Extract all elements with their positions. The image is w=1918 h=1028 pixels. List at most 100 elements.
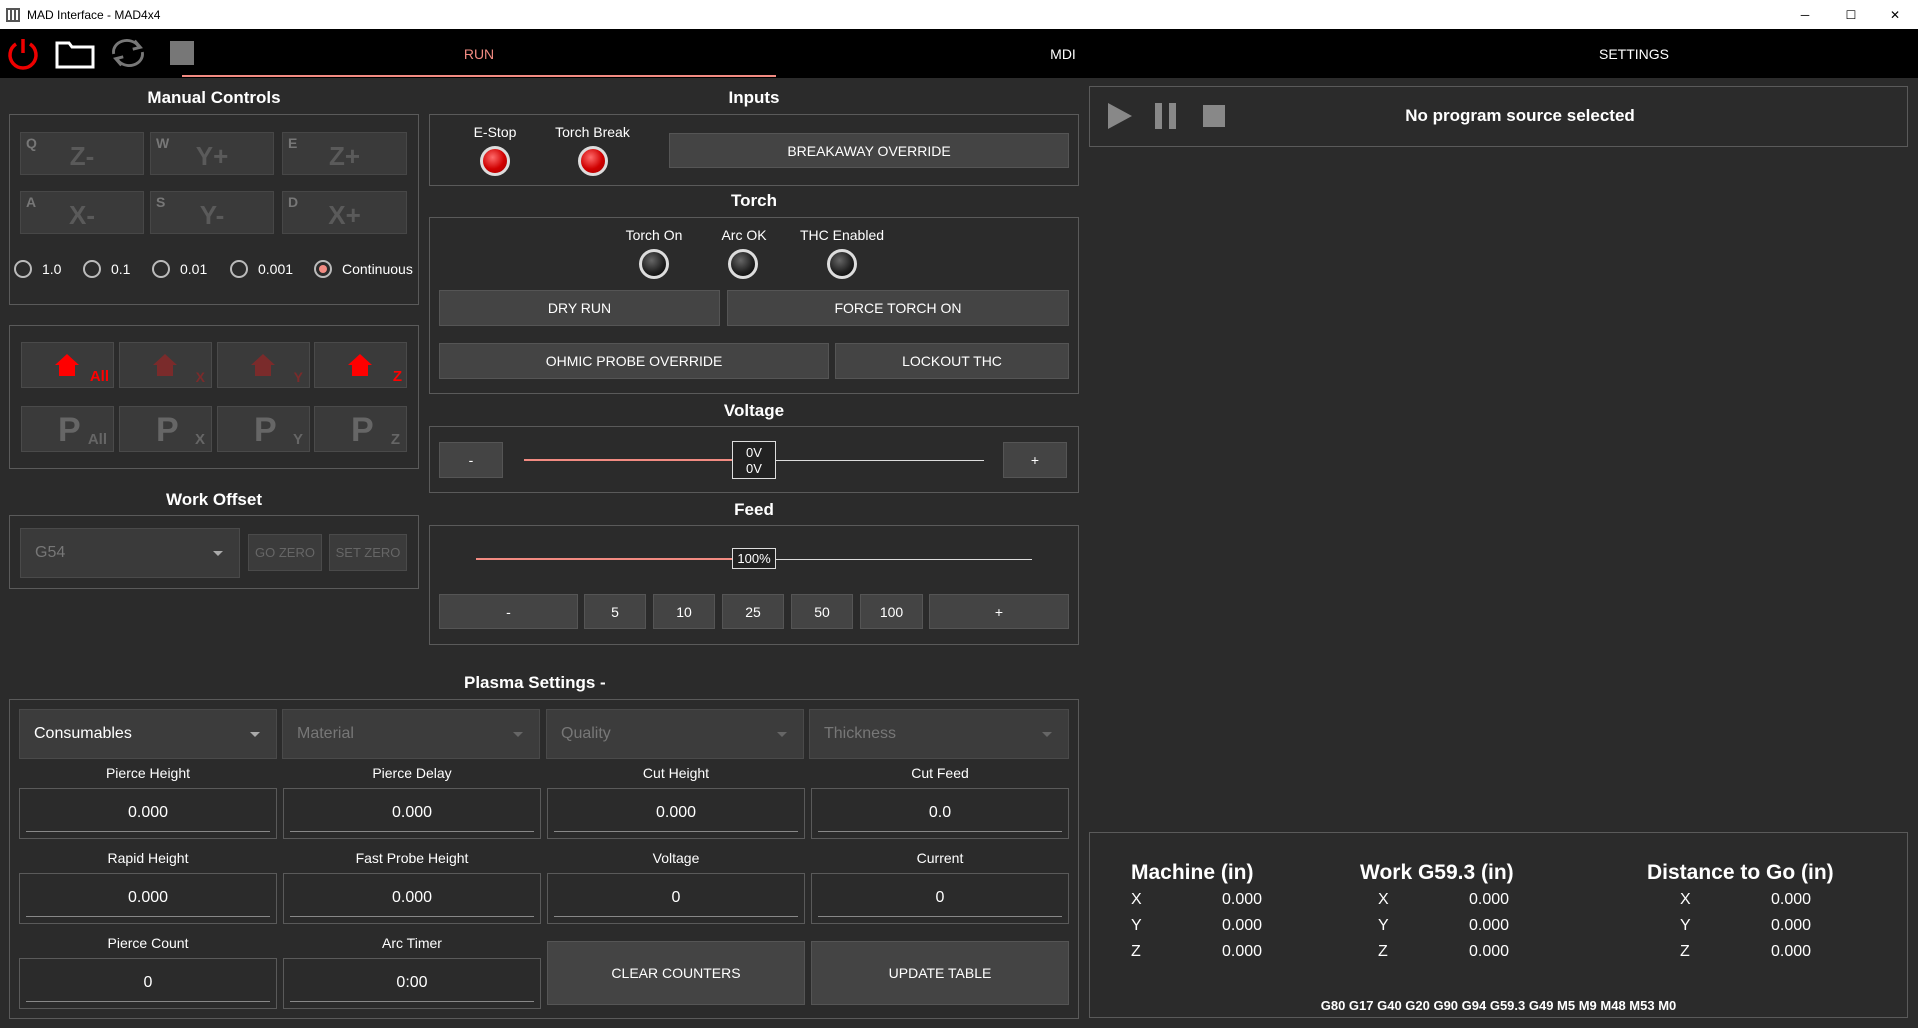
torch-break-label: Torch Break <box>555 124 630 140</box>
field-underline <box>554 916 798 917</box>
voltage-plus-button[interactable]: + <box>1003 442 1067 478</box>
voltage-actual: 0V <box>746 461 762 476</box>
pierce-delay-label: Pierce Delay <box>372 765 452 781</box>
probe-y-button[interactable]: PY <box>217 406 310 452</box>
feed-preset-5-button[interactable]: 5 <box>584 594 646 629</box>
work-offset-select[interactable]: G54 <box>20 528 240 578</box>
consumables-select[interactable]: Consumables <box>19 709 277 759</box>
program-status: No program source selected <box>1405 106 1635 125</box>
home-y-button[interactable]: Y <box>217 342 310 388</box>
jog-x-plus-button[interactable]: D X+ <box>282 191 407 234</box>
feed-slider-handle[interactable]: 100% <box>732 548 776 569</box>
pierce-delay-field[interactable]: 0.000 <box>283 788 541 839</box>
probe-x-button[interactable]: PX <box>119 406 212 452</box>
work-dro-title: Work G59.3 (in) <box>1360 861 1514 884</box>
lockout-thc-button[interactable]: LOCKOUT THC <box>835 343 1069 379</box>
probe-all-button[interactable]: P All <box>21 406 114 452</box>
radio-label: 1.0 <box>42 261 62 277</box>
feed-preset-10-button[interactable]: 10 <box>653 594 715 629</box>
set-zero-button[interactable]: SET ZERO <box>329 534 407 571</box>
tab-settings[interactable]: SETTINGS <box>1350 29 1918 78</box>
chevron-down-icon <box>213 551 223 556</box>
jog-y-plus-button[interactable]: W Y+ <box>150 132 274 175</box>
fast-probe-height-label: Fast Probe Height <box>355 850 469 866</box>
gcode-preview-area <box>1089 147 1908 832</box>
probe-z-button[interactable]: PZ <box>314 406 407 452</box>
home-axis-label: Z <box>392 368 402 385</box>
jog-label: Y+ <box>195 141 229 171</box>
tab-mdi[interactable]: MDI <box>776 29 1350 78</box>
pierce-delay-value: 0.000 <box>391 804 433 821</box>
home-icon <box>153 354 177 376</box>
stop-program-button[interactable] <box>1202 104 1226 128</box>
dtg-dro-title: Distance to Go (in) <box>1647 861 1834 884</box>
reload-icon <box>112 39 144 67</box>
increment-continuous-radio[interactable]: Continuous <box>314 260 413 278</box>
reload-button[interactable] <box>108 34 148 72</box>
consumables-value: Consumables <box>34 725 132 742</box>
arc-timer-field[interactable]: 0:00 <box>283 958 541 1009</box>
voltage-minus-button[interactable]: - <box>439 442 503 478</box>
rapid-height-field[interactable]: 0.000 <box>19 873 277 924</box>
work-x-value: 0.000 <box>1469 891 1510 908</box>
jog-y-minus-button[interactable]: S Y- <box>150 191 274 234</box>
breakaway-override-button[interactable]: BREAKAWAY OVERRIDE <box>669 133 1069 168</box>
cut-height-field[interactable]: 0.000 <box>547 788 805 839</box>
machine-x-axis: X <box>1131 891 1142 908</box>
minimize-button[interactable]: ─ <box>1782 0 1828 29</box>
chevron-down-icon <box>250 732 260 737</box>
maximize-button[interactable]: ☐ <box>1828 0 1874 29</box>
increment-0-1-radio[interactable]: 0.1 <box>83 260 130 278</box>
increment-0-001-radio[interactable]: 0.001 <box>230 260 293 278</box>
radio-label: 0.001 <box>258 261 294 277</box>
home-x-button[interactable]: X <box>119 342 212 388</box>
quality-value: Quality <box>561 725 611 742</box>
dtg-x-axis: X <box>1680 891 1691 908</box>
pause-program-button[interactable] <box>1152 101 1180 131</box>
home-all-button[interactable]: All <box>21 342 114 388</box>
dry-run-button[interactable]: DRY RUN <box>439 290 720 326</box>
tab-run[interactable]: RUN <box>182 29 776 78</box>
close-button[interactable]: ✕ <box>1872 0 1918 29</box>
field-underline <box>26 1001 270 1002</box>
feed-preset-50-button[interactable]: 50 <box>791 594 853 629</box>
update-table-button[interactable]: UPDATE TABLE <box>811 941 1069 1005</box>
go-zero-button[interactable]: GO ZERO <box>248 534 322 571</box>
machine-dro-title: Machine (in) <box>1131 861 1254 884</box>
current-field[interactable]: 0 <box>811 873 1069 924</box>
clear-counters-button[interactable]: CLEAR COUNTERS <box>547 941 805 1005</box>
jog-z-minus-button[interactable]: Q Z- <box>20 132 144 175</box>
radio-circle-selected <box>314 260 332 278</box>
ohmic-probe-override-button[interactable]: OHMIC PROBE OVERRIDE <box>439 343 829 379</box>
jog-x-minus-button[interactable]: A X- <box>20 191 144 234</box>
feed-plus-button[interactable]: + <box>929 594 1069 629</box>
voltage-field[interactable]: 0 <box>547 873 805 924</box>
quality-select[interactable]: Quality <box>546 709 804 759</box>
material-select[interactable]: Material <box>282 709 540 759</box>
pierce-height-field[interactable]: 0.000 <box>19 788 277 839</box>
pierce-count-value: 0 <box>143 974 153 991</box>
voltage-slider-handle[interactable]: 0V 0V <box>732 441 776 479</box>
home-z-button[interactable]: Z <box>314 342 407 388</box>
feed-preset-25-button[interactable]: 25 <box>722 594 784 629</box>
probe-axis-label: X <box>194 431 205 448</box>
increment-1-radio[interactable]: 1.0 <box>14 260 61 278</box>
estop-indicator <box>480 146 510 176</box>
power-button[interactable] <box>3 34 43 72</box>
active-gcodes: G80 G17 G40 G20 G90 G94 G59.3 G49 M5 M9 … <box>1320 998 1677 1013</box>
run-program-button[interactable] <box>1106 101 1134 131</box>
work-y-axis: Y <box>1378 917 1389 934</box>
fast-probe-height-field[interactable]: 0.000 <box>283 873 541 924</box>
cut-feed-field[interactable]: 0.0 <box>811 788 1069 839</box>
folder-icon <box>55 41 95 69</box>
open-file-button[interactable] <box>55 34 95 72</box>
thickness-select[interactable]: Thickness <box>809 709 1069 759</box>
force-torch-on-button[interactable]: FORCE TORCH ON <box>727 290 1069 326</box>
power-icon <box>8 39 38 70</box>
pierce-count-field[interactable]: 0 <box>19 958 277 1009</box>
increment-0-01-radio[interactable]: 0.01 <box>152 260 207 278</box>
feed-preset-100-button[interactable]: 100 <box>860 594 923 629</box>
jog-z-plus-button[interactable]: E Z+ <box>282 132 407 175</box>
feed-minus-button[interactable]: - <box>439 594 578 629</box>
torch-on-label: Torch On <box>625 227 683 243</box>
